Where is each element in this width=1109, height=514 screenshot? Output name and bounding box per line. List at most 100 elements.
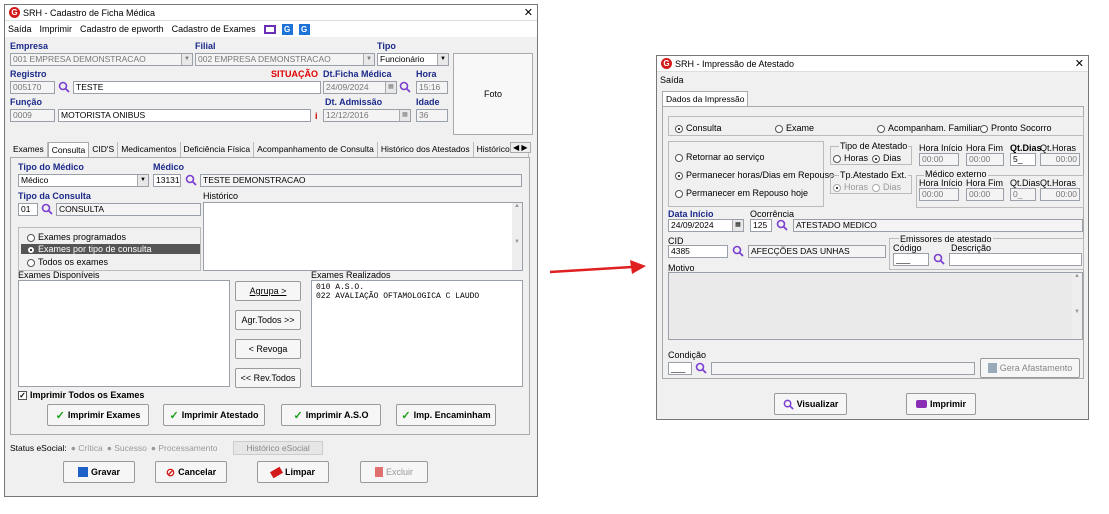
- menu-saida[interactable]: Saída: [8, 24, 32, 34]
- app-g-icon-2[interactable]: G: [298, 23, 310, 35]
- info-icon[interactable]: i: [315, 111, 318, 121]
- radio-exames-programados[interactable]: Exames programados: [27, 232, 126, 242]
- monitor-icon[interactable]: [263, 24, 276, 34]
- gera-afastamento-button[interactable]: Gera Afastamento: [980, 358, 1080, 378]
- radio-exames-tipo-consulta[interactable]: Exames por tipo de consulta: [21, 244, 200, 254]
- radio-pronto-socorro[interactable]: Pronto Socorro: [980, 123, 1052, 133]
- exames-realizados-list[interactable]: 010 A.S.O. 022 AVALIAÇÃO OFTAMOLOGICA C …: [311, 280, 523, 387]
- cid-name-field[interactable]: AFECÇÕES DAS UNHAS: [748, 245, 886, 258]
- radio-todos-exames[interactable]: Todos os exames: [27, 257, 108, 267]
- radio-horas-ext[interactable]: Horas: [833, 182, 868, 192]
- menu-cadastro-epworth[interactable]: Cadastro de epworth: [80, 24, 164, 34]
- radio-acompanham-familiar[interactable]: Acompanham. Familiar: [877, 123, 981, 133]
- dt-admissao-field[interactable]: 12/12/2016 ▦: [323, 109, 411, 122]
- tab-medicamentos[interactable]: Medicamentos: [118, 142, 181, 157]
- app-g-icon-1[interactable]: G: [281, 23, 293, 35]
- exames-disponiveis-list[interactable]: [18, 280, 230, 387]
- empresa-select[interactable]: 001 EMPRESA DEMONSTRACAO ▼: [10, 53, 193, 66]
- radio-horas[interactable]: Horas: [833, 153, 868, 163]
- excluir-button[interactable]: Excluir: [360, 461, 428, 483]
- close-icon[interactable]: ✕: [524, 6, 533, 19]
- condicao-search-icon[interactable]: [695, 362, 707, 374]
- qt-horas-field[interactable]: 00:00: [1040, 153, 1080, 166]
- radio-dias-ext[interactable]: Dias: [872, 182, 901, 192]
- tipo-consulta-search-icon[interactable]: [41, 203, 53, 215]
- cid-code-field[interactable]: 4385: [668, 245, 728, 258]
- registro-code-field[interactable]: 005170: [10, 81, 55, 94]
- tab-scroll-arrows[interactable]: ◀ ▶: [510, 142, 531, 153]
- ext-hora-inicio-field[interactable]: 00:00: [919, 188, 959, 201]
- revoga-button[interactable]: < Revoga: [235, 339, 301, 359]
- tab-exames[interactable]: Exames: [10, 142, 48, 157]
- medico-search-icon[interactable]: [185, 174, 197, 186]
- ocorrencia-name-field[interactable]: ATESTADO MEDICO: [793, 219, 1083, 232]
- dt-ficha-search-icon[interactable]: [399, 81, 411, 93]
- imprimir-todos-checkbox[interactable]: ✓ Imprimir Todos os Exames: [18, 390, 144, 401]
- limpar-button[interactable]: Limpar: [257, 461, 329, 483]
- close-icon-right[interactable]: ✕: [1075, 57, 1084, 70]
- agr-todos-button[interactable]: Agr.Todos >>: [235, 310, 301, 330]
- funcao-code-field[interactable]: 0009: [10, 109, 55, 122]
- imp-encaminham-button[interactable]: ✓ Imp. Encaminham: [396, 404, 496, 426]
- menu-cadastro-exames[interactable]: Cadastro de Exames: [172, 24, 256, 34]
- radio-dias[interactable]: Dias: [872, 153, 901, 163]
- ocorrencia-code-field[interactable]: 125: [750, 219, 772, 232]
- foto-box[interactable]: Foto: [453, 53, 533, 135]
- tab-deficiencia[interactable]: Deficiência Física: [181, 142, 255, 157]
- condicao-code-field[interactable]: ___: [668, 362, 692, 375]
- qt-dias-field[interactable]: 5_: [1010, 153, 1036, 166]
- tipo-consulta-name[interactable]: CONSULTA: [56, 203, 201, 216]
- radio-permanecer-horas-dias[interactable]: Permanecer horas/Dias em Repouso: [675, 170, 834, 180]
- tab-acompanhamento[interactable]: Acompanhamento de Consulta: [254, 142, 378, 157]
- radio-permanecer-hoje[interactable]: Permanecer em Repouso hoje: [675, 188, 808, 198]
- gravar-button[interactable]: Gravar: [63, 461, 135, 483]
- historico-textarea[interactable]: ▲ ▼: [203, 202, 523, 271]
- motivo-scrollbar[interactable]: ▲ ▼: [1072, 273, 1082, 339]
- rev-todos-button[interactable]: << Rev.Todos: [235, 368, 301, 388]
- imprimir-exames-button[interactable]: ✓ Imprimir Exames: [47, 404, 149, 426]
- menu-saida-right[interactable]: Saída: [660, 75, 684, 85]
- medico-name-field[interactable]: TESTE DEMONSTRACAO: [200, 174, 522, 187]
- radio-retornar-servico[interactable]: Retornar ao serviço: [675, 152, 765, 162]
- agrupa-button[interactable]: Agrupa >: [235, 281, 301, 301]
- list-item[interactable]: 022 AVALIAÇÃO OFTAMOLOGICA C LAUDO: [316, 292, 518, 301]
- calendar-icon-right[interactable]: ▦: [732, 220, 743, 231]
- visualizar-button[interactable]: Visualizar: [774, 393, 847, 415]
- hora-field[interactable]: 15:16: [416, 81, 448, 94]
- list-item[interactable]: 010 A.S.O.: [316, 283, 518, 292]
- radio-exame[interactable]: Exame: [775, 123, 814, 133]
- tipo-medico-select[interactable]: Médico ▼: [18, 174, 149, 187]
- ext-qt-horas-field[interactable]: 00:00: [1040, 188, 1080, 201]
- cid-search-icon[interactable]: [732, 245, 744, 257]
- hora-fim-field[interactable]: 00:00: [966, 153, 1004, 166]
- ocorrencia-search-icon[interactable]: [776, 219, 788, 231]
- tab-dados-impressao[interactable]: Dados da Impressão: [662, 91, 749, 106]
- ext-qt-dias-field[interactable]: 0_: [1010, 188, 1036, 201]
- tab-consulta[interactable]: Consulta: [47, 142, 90, 157]
- ext-hora-fim-field[interactable]: 00:00: [966, 188, 1004, 201]
- imprimir-aso-button[interactable]: ✓ Imprimir A.S.O: [281, 404, 381, 426]
- emissor-codigo-field[interactable]: ___: [893, 253, 929, 266]
- medico-code-field[interactable]: 13131: [153, 174, 181, 187]
- calendar-icon-2[interactable]: ▦: [399, 110, 410, 121]
- emissor-descricao-field[interactable]: [949, 253, 1082, 266]
- emissor-search-icon[interactable]: [933, 253, 945, 265]
- tab-historico-atestados[interactable]: Histórico dos Atestados: [378, 142, 474, 157]
- historico-scrollbar[interactable]: ▲ ▼: [512, 203, 522, 270]
- dt-ficha-field[interactable]: 24/09/2024 ▦: [323, 81, 397, 94]
- imprimir-atestado-button[interactable]: ✓ Imprimir Atestado: [163, 404, 265, 426]
- motivo-textarea[interactable]: ▲ ▼: [668, 272, 1083, 340]
- menu-imprimir[interactable]: Imprimir: [40, 24, 73, 34]
- tipo-select[interactable]: Funcionário ▼: [377, 53, 449, 66]
- imprimir-button[interactable]: Imprimir: [906, 393, 976, 415]
- filial-select[interactable]: 002 EMPRESA DEMONSTRACAO ▼: [195, 53, 375, 66]
- registro-name-field[interactable]: TESTE: [73, 81, 321, 94]
- tab-cids[interactable]: CID'S: [89, 142, 119, 157]
- tipo-consulta-code[interactable]: 01: [18, 203, 38, 216]
- registro-search-icon[interactable]: [58, 81, 70, 93]
- funcao-name-field[interactable]: MOTORISTA ONIBUS: [58, 109, 311, 122]
- radio-consulta[interactable]: Consulta: [675, 123, 722, 133]
- data-inicio-field[interactable]: 24/09/2024 ▦: [668, 219, 744, 232]
- cancelar-button[interactable]: ⊘ Cancelar: [155, 461, 227, 483]
- condicao-name-field[interactable]: [711, 362, 975, 375]
